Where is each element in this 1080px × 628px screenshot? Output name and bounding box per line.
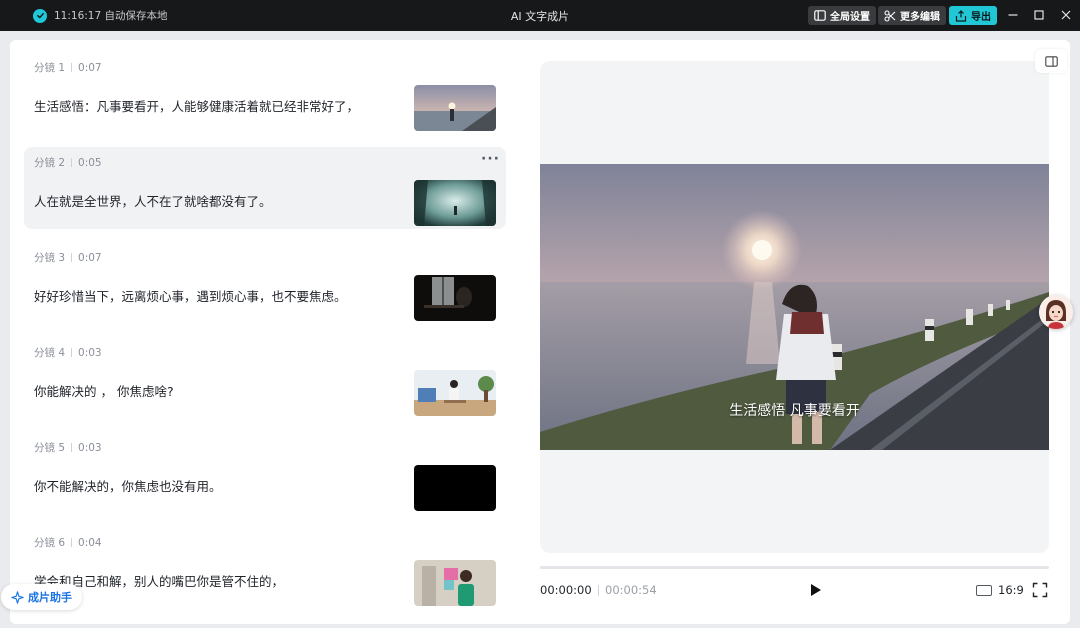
video-subtitle: 生活感悟 凡事要看开 — [729, 403, 860, 419]
assistant-label: 成片助手 — [28, 591, 72, 604]
shot-thumbnail[interactable] — [414, 275, 496, 321]
aspect-ratio-selector[interactable]: 16:9 — [976, 583, 1024, 597]
divider — [71, 63, 73, 72]
shot-header: 分镜 3 0:07 — [34, 250, 102, 265]
more-options-icon[interactable]: ··· — [481, 151, 500, 167]
shot-thumbnail[interactable] — [414, 560, 496, 606]
shot-script-text[interactable]: 人在就是全世界，人不在了就啥都没有了。 — [34, 191, 272, 210]
storyboard-item[interactable]: 分镜 5 0:03 你不能解决的，你焦虑也没有用。 — [24, 432, 506, 514]
sparkle-icon — [11, 590, 24, 604]
shot-duration: 0:04 — [78, 536, 102, 549]
shot-label: 分镜 4 — [34, 347, 66, 359]
main-panel: 分镜 1 0:07 生活感悟：凡事要看开，人能够健康活着就已经非常好了， 分镜 … — [10, 40, 1073, 624]
shot-label: 分镜 6 — [34, 537, 66, 549]
shot-header: 分镜 2 0:05 — [34, 155, 102, 170]
shot-thumbnail[interactable] — [414, 465, 496, 511]
shot-duration: 0:05 — [78, 156, 102, 169]
total-time: 00:00:54 — [605, 583, 657, 597]
shot-label: 分镜 3 — [34, 252, 66, 264]
storyboard-item[interactable]: 分镜 1 0:07 生活感悟：凡事要看开，人能够健康活着就已经非常好了， — [24, 52, 506, 134]
current-time: 00:00:00 — [540, 583, 592, 597]
maximize-icon — [1034, 10, 1044, 20]
divider — [598, 585, 599, 596]
video-preview[interactable]: 生活感悟 凡事要看开 — [540, 61, 1049, 553]
shot-script-text[interactable]: 生活感悟：凡事要看开，人能够健康活着就已经非常好了， — [34, 96, 359, 115]
shot-duration: 0:03 — [78, 441, 102, 454]
shot-label: 分镜 5 — [34, 442, 66, 454]
panel-icon — [814, 10, 826, 21]
storyboard-item[interactable]: 分镜 4 0:03 你能解决的 ， 你焦虑啥? — [24, 337, 506, 419]
shot-thumbnail[interactable] — [414, 85, 496, 131]
fullscreen-button[interactable] — [1032, 582, 1048, 598]
minimize-icon — [1008, 14, 1018, 16]
export-label: 导出 — [971, 12, 991, 23]
shot-header: 分镜 5 0:03 — [34, 440, 102, 455]
shot-thumbnail[interactable] — [414, 180, 496, 226]
title-bar: 11:16:17 自动保存本地 AI 文字成片 全局设置 更多编辑 导出 — [0, 0, 1080, 31]
fullscreen-icon — [1032, 582, 1048, 598]
shot-duration: 0:07 — [78, 61, 102, 74]
divider — [71, 158, 73, 167]
shot-header: 分镜 4 0:03 — [34, 345, 102, 360]
playback-progress-bar[interactable] — [540, 566, 1049, 569]
shot-script-text[interactable]: 好好珍惜当下，远离烦心事，遇到烦心事，也不要焦虑。 — [34, 286, 347, 305]
shot-header: 分镜 6 0:04 — [34, 535, 102, 550]
aspect-ratio-label: 16:9 — [998, 583, 1024, 597]
minimize-button[interactable] — [1004, 6, 1022, 24]
storyboard-item[interactable]: 分镜 2 0:05 ··· 人在就是全世界，人不在了就啥都没有了。 — [24, 147, 506, 229]
divider — [71, 253, 73, 262]
sidebar-panel-icon — [1044, 55, 1058, 67]
save-status: 11:16:17 自动保存本地 — [33, 8, 168, 23]
avatar-icon — [1039, 295, 1073, 329]
assistant-button[interactable]: 成片助手 — [1, 584, 82, 610]
export-button[interactable]: 导出 — [949, 6, 997, 25]
divider — [71, 348, 73, 357]
panel-toggle-button[interactable] — [1035, 49, 1067, 73]
save-status-text: 11:16:17 自动保存本地 — [54, 10, 168, 22]
divider — [71, 538, 73, 547]
more-edit-button[interactable]: 更多编辑 — [878, 6, 946, 25]
global-settings-button[interactable]: 全局设置 — [808, 6, 876, 25]
export-icon — [955, 9, 967, 22]
shot-label: 分镜 1 — [34, 62, 66, 74]
shot-script-text[interactable]: 你能解决的 ， 你焦虑啥? — [34, 381, 174, 400]
global-settings-label: 全局设置 — [830, 12, 870, 23]
aspect-ratio-icon — [976, 584, 992, 596]
shot-label: 分镜 2 — [34, 157, 66, 169]
storyboard-item[interactable]: 分镜 6 0:04 学会和自己和解，别人的嘴巴你是管不住的， — [24, 527, 506, 609]
shot-thumbnail[interactable] — [414, 370, 496, 416]
video-frame[interactable]: 生活感悟 凡事要看开 — [540, 164, 1049, 450]
scissors-icon — [884, 9, 896, 22]
play-icon — [811, 584, 821, 596]
avatar[interactable] — [1039, 295, 1073, 329]
storyboard-item[interactable]: 分镜 3 0:07 好好珍惜当下，远离烦心事，遇到烦心事，也不要焦虑。 — [24, 242, 506, 324]
shot-header: 分镜 1 0:07 — [34, 60, 102, 75]
close-icon — [1061, 10, 1071, 20]
check-circle-icon — [33, 8, 47, 23]
more-edit-label: 更多编辑 — [900, 12, 940, 23]
shot-duration: 0:07 — [78, 251, 102, 264]
play-button[interactable] — [806, 581, 824, 599]
close-button[interactable] — [1057, 6, 1075, 24]
storyboard-list[interactable]: 分镜 1 0:07 生活感悟：凡事要看开，人能够健康活着就已经非常好了， 分镜 … — [24, 52, 506, 624]
maximize-button[interactable] — [1030, 6, 1048, 24]
divider — [71, 443, 73, 452]
shot-duration: 0:03 — [78, 346, 102, 359]
shot-script-text[interactable]: 你不能解决的，你焦虑也没有用。 — [34, 476, 222, 495]
